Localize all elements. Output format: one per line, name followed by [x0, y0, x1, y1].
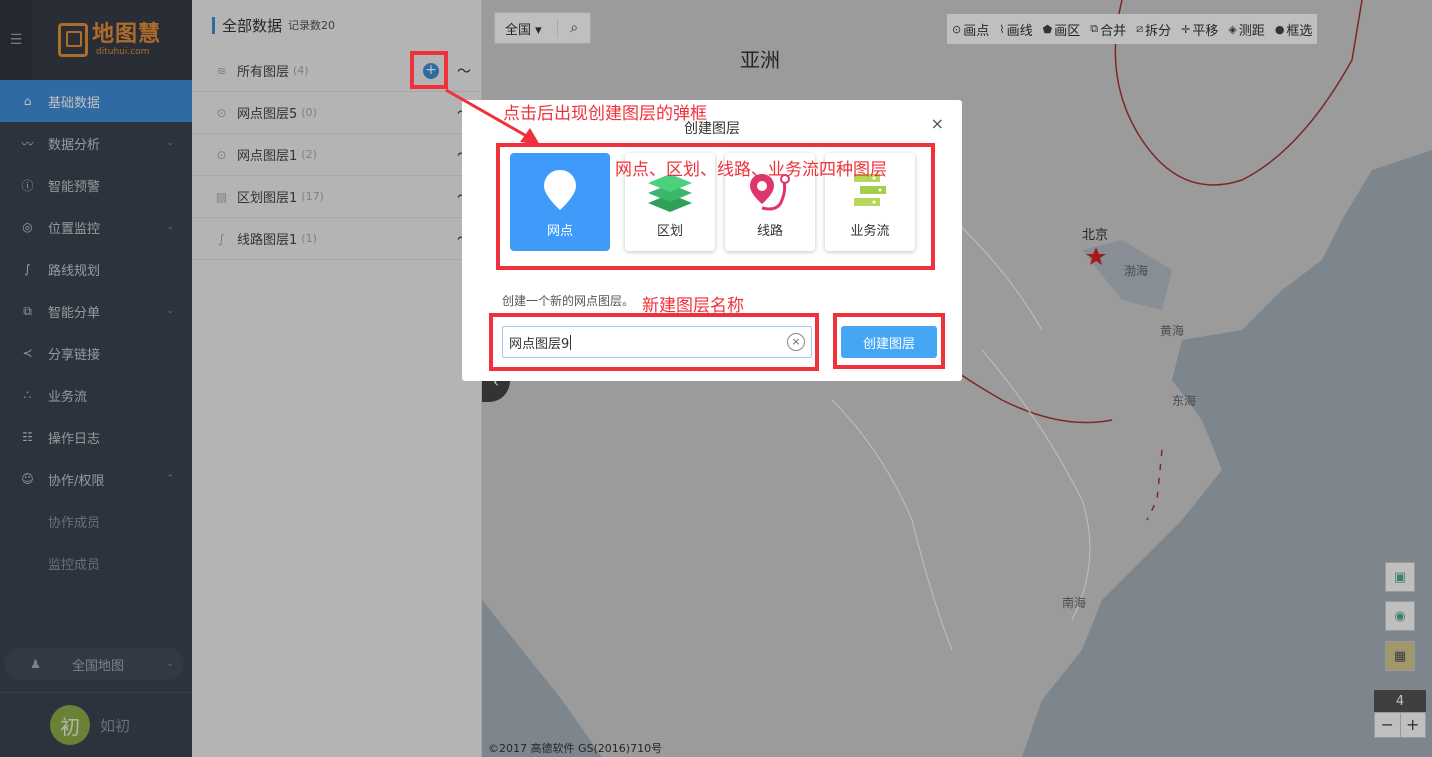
annotation-box-add: [410, 51, 448, 89]
app-root: ☰ 地图慧 dituhui.com ⌂ 基础数据 〰 数据分析 ⌄ ⓘ 智能预警…: [0, 0, 1432, 757]
annotation-types-text: 网点、区划、线路、业务流四种图层: [615, 160, 887, 180]
annotation-box-create: [833, 313, 945, 369]
annotation-box-name: [489, 313, 819, 371]
annotation-name-text: 新建图层名称: [642, 296, 744, 316]
annotation-popup-text: 点击后出现创建图层的弹框: [503, 104, 707, 124]
annotation-arrow: [445, 88, 540, 145]
